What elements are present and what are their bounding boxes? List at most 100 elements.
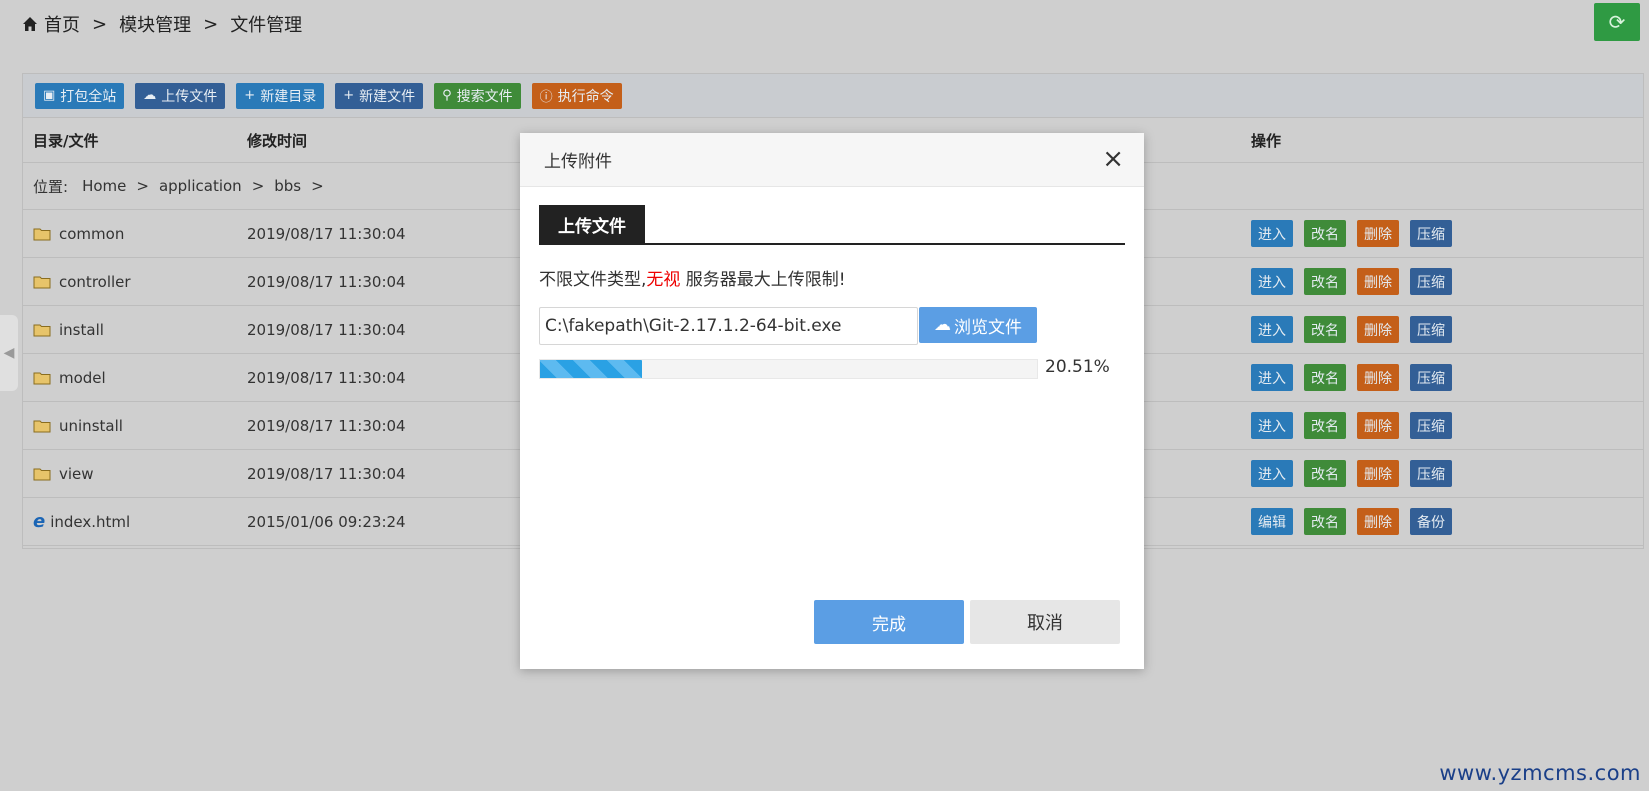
row-actions: 进入 改名 删除 压缩 xyxy=(1251,364,1463,391)
file-manager-page: 首页 > 模块管理 > 文件管理 ⟳ ▣ 打包全站 ☁ 上传文件 + 新建目录 + 新建… xyxy=(0,0,1649,791)
location-application[interactable]: application xyxy=(159,177,242,195)
notice-pre: 不限文件类型, xyxy=(539,270,647,290)
new-file-label: 新建文件 xyxy=(359,88,416,105)
delete-button[interactable]: 删除 xyxy=(1357,460,1399,487)
file-path-input[interactable]: C:\fakepath\Git-2.17.1.2-64-bit.exe xyxy=(539,307,918,345)
new-file-button[interactable]: + 新建文件 xyxy=(335,82,424,109)
delete-button[interactable]: 删除 xyxy=(1357,412,1399,439)
file-time: 2019/08/17 11:30:04 xyxy=(247,224,406,243)
progress-percent: 20.51% xyxy=(1045,357,1110,377)
cancel-button[interactable]: 取消 xyxy=(970,600,1120,644)
enter-button[interactable]: 进入 xyxy=(1251,316,1293,343)
breadcrumb-current: 文件管理 xyxy=(230,15,303,36)
row-actions: 进入 改名 删除 压缩 xyxy=(1251,412,1463,439)
folder-icon xyxy=(33,420,51,432)
modal-tab-bar: 上传文件 xyxy=(539,205,1125,245)
home-icon xyxy=(23,17,37,31)
file-name-label: install xyxy=(59,320,104,339)
backup-button[interactable]: 备份 xyxy=(1410,508,1452,535)
file-name-label: controller xyxy=(59,272,131,291)
browse-file-button[interactable]: ☁ 浏览文件 xyxy=(919,307,1037,343)
compress-button[interactable]: 压缩 xyxy=(1410,460,1452,487)
file-time: 2019/08/17 11:30:04 xyxy=(247,272,406,291)
new-dir-label: 新建目录 xyxy=(260,88,317,105)
modal-title: 上传附件 xyxy=(544,152,612,172)
compress-button[interactable]: 压缩 xyxy=(1410,316,1452,343)
location-label: 位置: xyxy=(33,177,69,196)
browse-file-label: 浏览文件 xyxy=(954,317,1022,338)
breadcrumb-separator: > xyxy=(203,13,219,35)
modal-header: 上传附件 × xyxy=(520,133,1144,187)
upload-file-button[interactable]: ☁ 上传文件 xyxy=(135,82,226,109)
header-ops: 操作 xyxy=(1251,131,1282,150)
rename-button[interactable]: 改名 xyxy=(1304,316,1346,343)
search-icon: ⚲ xyxy=(442,88,452,103)
location-separator: > xyxy=(136,177,149,195)
file-name[interactable]: view xyxy=(33,465,94,483)
location-home[interactable]: Home xyxy=(82,177,126,195)
folder-icon xyxy=(33,468,51,480)
tab-upload-file[interactable]: 上传文件 xyxy=(539,205,645,243)
upload-modal: 上传附件 × 上传文件 不限文件类型,无视 服务器最大上传限制! C:\fake… xyxy=(520,133,1144,669)
breadcrumb-home[interactable]: 首页 xyxy=(44,11,80,37)
chevron-left-icon: ◀ xyxy=(3,345,15,361)
enter-button[interactable]: 进入 xyxy=(1251,364,1293,391)
row-actions: 进入 改名 删除 压缩 xyxy=(1251,268,1463,295)
delete-button[interactable]: 删除 xyxy=(1357,508,1399,535)
compress-button[interactable]: 压缩 xyxy=(1410,268,1452,295)
delete-button[interactable]: 删除 xyxy=(1357,364,1399,391)
file-time: 2015/01/06 09:23:24 xyxy=(247,512,406,531)
delete-button[interactable]: 删除 xyxy=(1357,316,1399,343)
breadcrumb-separator: > xyxy=(92,13,108,35)
file-name[interactable]: uninstall xyxy=(33,417,123,435)
toolbar: ▣ 打包全站 ☁ 上传文件 + 新建目录 + 新建文件 ⚲ 搜索文件 ⓘ 执行命令 xyxy=(23,74,1643,118)
file-time: 2019/08/17 11:30:04 xyxy=(247,464,406,483)
rename-button[interactable]: 改名 xyxy=(1304,412,1346,439)
folder-icon xyxy=(33,228,51,240)
refresh-button[interactable]: ⟳ xyxy=(1594,3,1640,41)
new-dir-button[interactable]: + 新建目录 xyxy=(236,82,325,109)
rename-button[interactable]: 改名 xyxy=(1304,220,1346,247)
notice-post: 服务器最大上传限制! xyxy=(680,270,846,290)
close-icon[interactable]: × xyxy=(1102,146,1124,172)
exec-cmd-button[interactable]: ⓘ 执行命令 xyxy=(531,82,622,109)
rename-button[interactable]: 改名 xyxy=(1304,508,1346,535)
compress-button[interactable]: 压缩 xyxy=(1410,220,1452,247)
header-name: 目录/文件 xyxy=(33,131,99,150)
enter-button[interactable]: 进入 xyxy=(1251,412,1293,439)
file-time: 2019/08/17 11:30:04 xyxy=(247,320,406,339)
refresh-icon: ⟳ xyxy=(1608,10,1626,34)
file-name[interactable]: controller xyxy=(33,273,131,291)
delete-button[interactable]: 删除 xyxy=(1357,220,1399,247)
delete-button[interactable]: 删除 xyxy=(1357,268,1399,295)
row-actions: 编辑 改名 删除 备份 xyxy=(1251,508,1463,535)
file-name[interactable]: model xyxy=(33,369,106,387)
search-file-button[interactable]: ⚲ 搜索文件 xyxy=(434,82,521,109)
compress-button[interactable]: 压缩 xyxy=(1410,364,1452,391)
rename-button[interactable]: 改名 xyxy=(1304,364,1346,391)
pack-site-label: 打包全站 xyxy=(60,88,117,105)
pack-site-button[interactable]: ▣ 打包全站 xyxy=(35,82,125,109)
edit-button[interactable]: 编辑 xyxy=(1251,508,1293,535)
compress-button[interactable]: 压缩 xyxy=(1410,412,1452,439)
rename-button[interactable]: 改名 xyxy=(1304,268,1346,295)
file-name[interactable]: common xyxy=(33,225,124,243)
progress-fill xyxy=(540,360,642,378)
file-time: 2019/08/17 11:30:04 xyxy=(247,416,406,435)
folder-icon xyxy=(33,372,51,384)
enter-button[interactable]: 进入 xyxy=(1251,220,1293,247)
enter-button[interactable]: 进入 xyxy=(1251,460,1293,487)
header-time: 修改时间 xyxy=(247,131,308,150)
enter-button[interactable]: 进入 xyxy=(1251,268,1293,295)
upload-file-label: 上传文件 xyxy=(161,88,218,105)
folder-icon xyxy=(33,276,51,288)
done-button[interactable]: 完成 xyxy=(814,600,964,644)
file-name[interactable]: e index.html xyxy=(33,511,130,532)
side-collapse-tab[interactable]: ◀ xyxy=(0,315,18,391)
rename-button[interactable]: 改名 xyxy=(1304,460,1346,487)
breadcrumb-module[interactable]: 模块管理 xyxy=(119,11,191,37)
upload-notice: 不限文件类型,无视 服务器最大上传限制! xyxy=(539,265,846,290)
file-name[interactable]: install xyxy=(33,321,104,339)
package-icon: ▣ xyxy=(43,88,56,103)
location-bbs[interactable]: bbs xyxy=(274,177,301,195)
